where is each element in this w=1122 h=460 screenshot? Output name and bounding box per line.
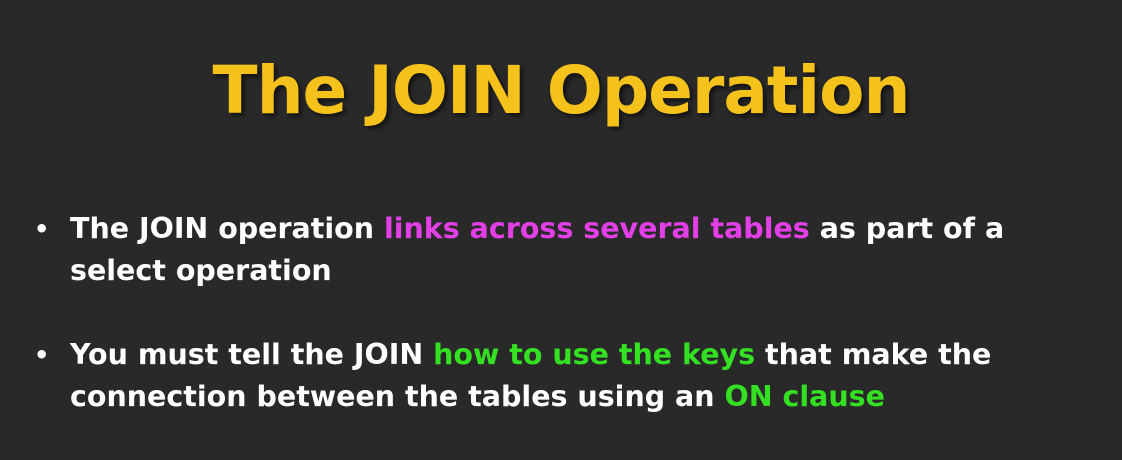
highlight-on-clause: ON clause — [724, 380, 885, 413]
bullet-item-join-keys: • You must tell the JOIN how to use the … — [32, 334, 1102, 418]
highlight-links-across-tables: links across several tables — [383, 212, 810, 245]
bullet-text-start: The JOIN operation — [70, 212, 384, 245]
bullet-icon: • — [34, 341, 50, 369]
bullet-item-join-links: • The JOIN operation links across severa… — [32, 208, 1102, 292]
slide-title: The JOIN Operation — [212, 52, 911, 130]
bullet-text-start: You must tell the JOIN — [70, 338, 434, 371]
bullet-list: • The JOIN operation links across severa… — [32, 208, 1102, 418]
highlight-how-to-use-keys: how to use the keys — [433, 338, 756, 371]
bullet-icon: • — [34, 215, 50, 243]
slide: The JOIN Operation • The JOIN operation … — [0, 0, 1122, 460]
